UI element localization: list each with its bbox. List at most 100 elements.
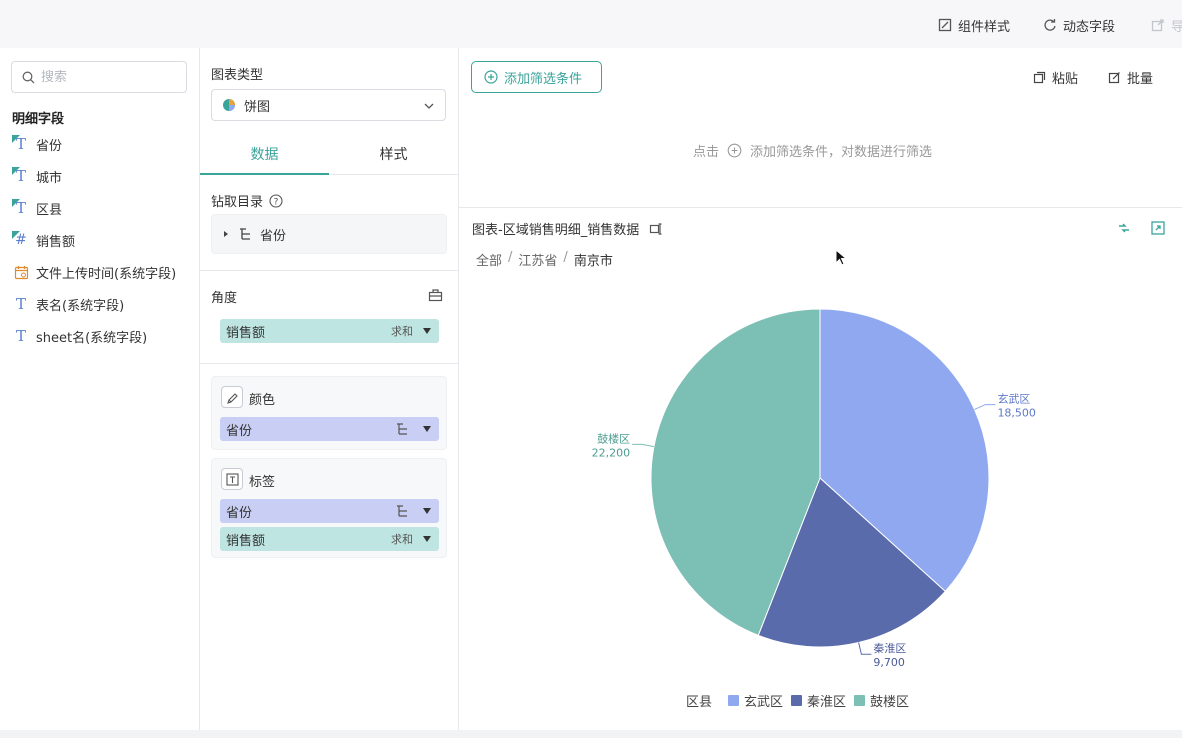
color-field-pill[interactable]: 省份 bbox=[220, 417, 439, 441]
slice-value-label: 9,700 bbox=[873, 656, 905, 669]
config-tabs: 数据 样式 bbox=[200, 134, 459, 175]
breadcrumb-current: 南京市 bbox=[573, 254, 613, 269]
tag-field-pill-province[interactable]: 省份 bbox=[220, 499, 439, 523]
drill-label: 钻取目录 bbox=[211, 195, 264, 210]
field-item-upload-time[interactable]: 文件上传时间(系统字段) bbox=[12, 262, 176, 282]
field-label: 区县 bbox=[36, 202, 63, 218]
text-field-icon: T bbox=[15, 295, 26, 313]
field-item-province[interactable]: T 省份 bbox=[12, 134, 62, 154]
chart-title: 图表-区域销售明细_销售数据 bbox=[472, 223, 640, 238]
field-item-district[interactable]: T 区县 bbox=[12, 198, 62, 218]
chevron-down-icon bbox=[424, 103, 434, 109]
slice-value-label: 22,200 bbox=[592, 446, 631, 459]
hierarchy-icon bbox=[397, 505, 407, 517]
dynamic-field-icon bbox=[1044, 19, 1056, 31]
chart-type-select[interactable]: 饼图 bbox=[211, 89, 446, 121]
chart-legend: 区县 玄武区 秦淮区 鼓楼区 bbox=[686, 691, 909, 710]
pie-chart: 玄武区18,500 秦淮区9,700 鼓楼区22,200 bbox=[592, 308, 1036, 669]
swap-axes-icon[interactable] bbox=[1116, 220, 1132, 236]
breadcrumb-separator: / bbox=[563, 250, 568, 265]
paste-button[interactable]: 粘贴 bbox=[1033, 68, 1078, 87]
aggregation-label: 求和 bbox=[391, 325, 413, 338]
tag-field-pill-sales[interactable]: 销售额 求和 bbox=[220, 527, 439, 551]
export-label: 导 bbox=[1171, 19, 1182, 35]
text-tag-icon bbox=[221, 468, 243, 490]
legend-label: 鼓楼区 bbox=[870, 695, 910, 710]
component-style-label: 组件样式 bbox=[958, 19, 1011, 35]
pill-label: 销售额 bbox=[226, 325, 266, 341]
aggregation-label: 求和 bbox=[391, 533, 413, 546]
breadcrumb: 全部 / 江苏省 / 南京市 bbox=[476, 250, 613, 269]
angle-field-pill[interactable]: 销售额 求和 bbox=[220, 319, 439, 343]
dynamic-field-label: 动态字段 bbox=[1063, 19, 1116, 35]
hierarchy-icon bbox=[240, 228, 250, 240]
label-leader-line bbox=[632, 443, 655, 448]
caret-down-icon[interactable] bbox=[423, 328, 431, 334]
legend-swatch bbox=[791, 695, 803, 706]
fullscreen-icon[interactable] bbox=[1150, 220, 1166, 236]
tab-data[interactable]: 数据 bbox=[200, 134, 329, 175]
legend-swatch bbox=[854, 695, 866, 706]
breadcrumb-item[interactable]: 全部 bbox=[476, 250, 502, 269]
field-search[interactable] bbox=[11, 61, 187, 93]
field-item-sheet-name[interactable]: T sheet名(系统字段) bbox=[12, 326, 147, 346]
text-field-icon: T bbox=[12, 199, 30, 217]
pill-label: 省份 bbox=[226, 505, 253, 521]
dynamic-field-button[interactable]: 动态字段 bbox=[1043, 16, 1116, 35]
batch-label: 批量 bbox=[1127, 72, 1154, 87]
slice-value-label: 18,500 bbox=[997, 407, 1036, 420]
breadcrumb-item[interactable]: 江苏省 bbox=[518, 250, 557, 269]
drill-directory[interactable]: 省份 bbox=[211, 214, 447, 254]
add-filter-label: 添加筛选条件 bbox=[504, 71, 583, 87]
top-toolbar: 组件样式 动态字段 导 bbox=[0, 0, 1182, 48]
legend-swatch bbox=[728, 695, 740, 706]
plus-circle-icon bbox=[727, 143, 742, 158]
legend-label: 玄武区 bbox=[744, 695, 784, 710]
caret-down-icon[interactable] bbox=[423, 508, 431, 514]
drill-label-row: 钻取目录 ? bbox=[211, 191, 283, 210]
export-button[interactable]: 导 bbox=[1151, 16, 1182, 35]
field-item-table-name[interactable]: T 表名(系统字段) bbox=[12, 294, 124, 314]
palette-icon bbox=[221, 386, 243, 408]
tag-label: 标签 bbox=[249, 475, 276, 490]
field-label: 文件上传时间(系统字段) bbox=[36, 266, 177, 282]
slice-category-label: 玄武区 bbox=[997, 392, 1030, 406]
chart-title-row: 图表-区域销售明细_销售数据 bbox=[472, 219, 663, 238]
search-input[interactable] bbox=[41, 69, 171, 85]
text-field-icon: T bbox=[12, 135, 30, 153]
export-icon bbox=[1151, 19, 1164, 32]
label-leader-line bbox=[858, 642, 872, 655]
divider bbox=[200, 363, 459, 364]
legend-label: 秦淮区 bbox=[807, 695, 847, 710]
field-label: 城市 bbox=[36, 170, 63, 186]
field-item-sales[interactable]: # 销售额 bbox=[12, 230, 75, 250]
tab-style[interactable]: 样式 bbox=[329, 134, 458, 174]
mouse-cursor-icon bbox=[835, 249, 847, 266]
field-item-city[interactable]: T 城市 bbox=[12, 166, 62, 186]
paste-label: 粘贴 bbox=[1052, 72, 1079, 87]
text-field-icon: T bbox=[15, 327, 26, 345]
slice-category-label: 鼓楼区 bbox=[597, 431, 630, 445]
config-panel: 图表类型 饼图 数据 样式 钻取目录 ? 省份 角度 销售额 求和 颜色 省份 bbox=[200, 48, 459, 730]
angle-settings-icon[interactable] bbox=[428, 288, 443, 302]
legend-item[interactable]: 秦淮区 bbox=[791, 691, 846, 710]
caret-down-icon[interactable] bbox=[423, 536, 431, 542]
legend-item[interactable]: 玄武区 bbox=[728, 691, 783, 710]
legend-item[interactable]: 鼓楼区 bbox=[854, 691, 909, 710]
rename-icon[interactable] bbox=[649, 222, 663, 236]
text-field-icon: T bbox=[12, 167, 30, 185]
pie-chart-icon bbox=[223, 99, 235, 111]
component-style-button[interactable]: 组件样式 bbox=[938, 16, 1011, 35]
date-field-icon bbox=[12, 263, 30, 281]
field-label: sheet名(系统字段) bbox=[36, 330, 148, 346]
field-label: 表名(系统字段) bbox=[36, 298, 125, 314]
hint-prefix: 点击 bbox=[693, 145, 720, 160]
batch-button[interactable]: 批量 bbox=[1108, 68, 1153, 87]
add-filter-button[interactable]: 添加筛选条件 bbox=[471, 61, 602, 93]
field-panel: 明细字段 T 省份 T 城市 T 区县 # 销售额 文件上传时间(系统字段) T… bbox=[0, 48, 200, 730]
help-icon[interactable]: ? bbox=[269, 193, 283, 208]
divider bbox=[459, 207, 1182, 208]
filter-hint: 点击 添加筛选条件，对数据进行筛选 bbox=[693, 141, 932, 160]
hint-suffix: 添加筛选条件，对数据进行筛选 bbox=[750, 145, 933, 160]
caret-down-icon[interactable] bbox=[423, 426, 431, 432]
